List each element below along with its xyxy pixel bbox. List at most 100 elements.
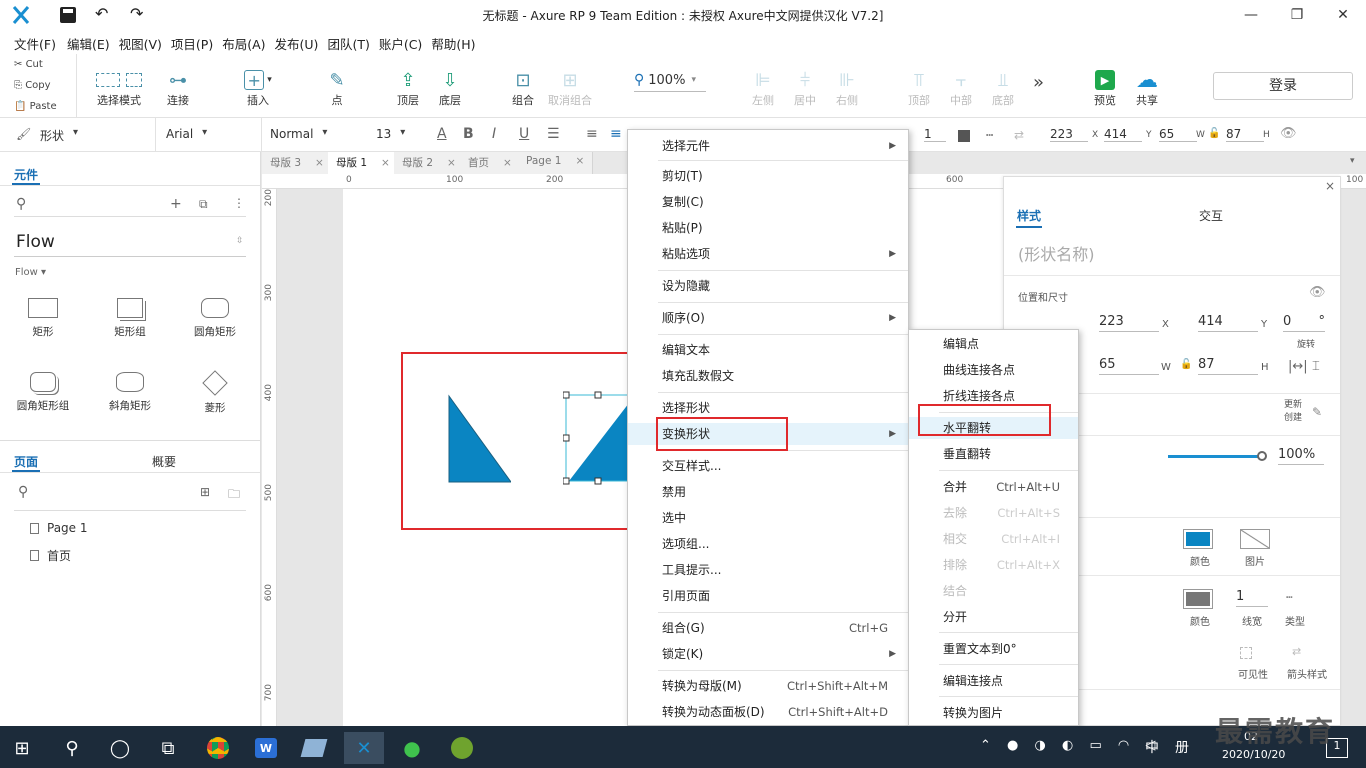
login-button[interactable]: 登录 xyxy=(1213,72,1353,100)
send-to-back-button[interactable]: ⇩ 底层 xyxy=(420,68,480,108)
widget-rectangle[interactable]: 矩形 xyxy=(3,298,83,339)
add-folder-icon[interactable]: 🗀 xyxy=(228,485,240,506)
italic-icon[interactable]: I xyxy=(492,126,496,142)
library-select[interactable]: Flow xyxy=(16,232,55,252)
submenu-item[interactable]: 去除 Ctrl+Alt+S xyxy=(909,502,1078,524)
submenu-item[interactable]: 转换为图片 xyxy=(909,702,1078,724)
triangle-shape[interactable] xyxy=(447,394,511,484)
submenu-item[interactable]: 分开 xyxy=(909,606,1078,628)
context-menu-item[interactable]: 组合(G) Ctrl+G xyxy=(628,617,908,639)
cut-button[interactable]: ✂ Cut xyxy=(0,54,75,75)
line-width-field[interactable]: 1 xyxy=(924,127,946,142)
ungroup-button[interactable]: ⊞ 取消组合 xyxy=(540,68,600,108)
minimize-button[interactable]: — xyxy=(1228,0,1274,30)
insert-button[interactable]: + ▾ 插入 xyxy=(228,68,288,108)
lock-icon[interactable]: 🔓 xyxy=(1180,359,1192,370)
x-field[interactable]: 223 xyxy=(1050,127,1088,142)
submenu-item[interactable]: 合并 Ctrl+Alt+U xyxy=(909,476,1078,498)
shape-name-field[interactable]: (形状名称) xyxy=(1018,241,1095,265)
point-button[interactable]: ✎ 点 xyxy=(307,68,367,108)
submenu-item[interactable]: 相交 Ctrl+Alt+I xyxy=(909,528,1078,550)
search-icon[interactable]: ⚲ xyxy=(52,732,92,764)
menu-arrange[interactable]: 布局(A) xyxy=(220,30,272,53)
menu-edit[interactable]: 编辑(E) xyxy=(63,30,117,53)
context-menu-item[interactable]: 剪切(T) xyxy=(628,165,908,187)
border-color-swatch[interactable] xyxy=(958,130,970,142)
update-create-style-button[interactable]: 更新 创建 xyxy=(1284,399,1302,425)
lock-icon[interactable]: 🔓 xyxy=(1208,128,1220,139)
context-menu-item[interactable]: 填充乱数假文 xyxy=(628,365,908,387)
eye-icon[interactable]: 👁 xyxy=(1309,285,1326,300)
widget-rounded-rectangle-group[interactable]: 圆角矩形组 xyxy=(3,372,83,413)
close-icon[interactable]: × xyxy=(381,157,390,169)
opacity-field[interactable]: 100% xyxy=(1278,447,1324,465)
line-pattern-icon[interactable]: ┅ xyxy=(986,128,993,142)
tab-outline[interactable]: 概要 xyxy=(152,453,176,470)
submenu-item[interactable]: 重置文本到0° xyxy=(909,638,1078,660)
ime-indicator[interactable]: 中 xyxy=(1145,737,1159,757)
app-icon[interactable] xyxy=(294,732,334,764)
close-button[interactable]: ✕ xyxy=(1320,0,1366,30)
zoom-select[interactable]: ⚲ 100% ▾ xyxy=(634,72,706,92)
opacity-slider-handle[interactable] xyxy=(1257,451,1267,461)
menu-view[interactable]: 视图(V) xyxy=(117,30,169,53)
context-menu-item[interactable]: 粘贴选项 ▶ xyxy=(628,243,908,265)
menu-project[interactable]: 项目(P) xyxy=(169,30,220,53)
w-field[interactable]: 65 xyxy=(1159,127,1197,142)
align-left-text-icon[interactable]: ≡ xyxy=(586,126,598,142)
more-tools-icon[interactable]: » xyxy=(1033,72,1044,93)
page-item[interactable]: 首页 xyxy=(30,547,71,564)
context-menu-item[interactable]: 选项组... xyxy=(628,533,908,555)
arrow-style-icon[interactable]: ⇄ xyxy=(1014,128,1024,142)
rotation-field[interactable]: 0 ° xyxy=(1283,314,1325,332)
submenu-item[interactable]: 曲线连接各点 xyxy=(909,359,1078,381)
align-bottom-button[interactable]: ⫫ 底部 xyxy=(973,68,1033,108)
context-menu-item[interactable]: 转换为动态面板(D) Ctrl+Shift+Alt+D xyxy=(628,701,908,723)
keyboard-layout[interactable]: 册 xyxy=(1175,737,1189,757)
align-center-text-icon[interactable]: ≡ xyxy=(610,126,622,142)
eye-icon[interactable]: 👁 xyxy=(1280,126,1297,141)
menu-file[interactable]: 文件(F) xyxy=(0,30,63,53)
doc-tab[interactable]: Page 1 × xyxy=(518,152,594,174)
context-menu-item[interactable]: 锁定(K) ▶ xyxy=(628,643,908,665)
context-menu-item[interactable]: 复制(C) xyxy=(628,191,908,213)
align-right-button[interactable]: ⊪ 右侧 xyxy=(817,68,877,108)
paste-button[interactable]: 📋 Paste xyxy=(0,96,75,117)
opacity-slider-track[interactable] xyxy=(1168,455,1261,458)
y-field[interactable]: 414 xyxy=(1198,314,1258,332)
h-field[interactable]: 87 xyxy=(1198,357,1258,375)
chevron-updown-icon[interactable]: ⇳ xyxy=(236,236,244,246)
w-field[interactable]: 65 xyxy=(1099,357,1159,375)
menu-publish[interactable]: 发布(U) xyxy=(273,30,326,53)
more-options-icon[interactable]: ⋮ xyxy=(233,196,245,210)
h-field[interactable]: 87 xyxy=(1226,127,1264,142)
widget-rounded-rectangle[interactable]: 圆角矩形 xyxy=(175,298,255,339)
close-icon[interactable]: × xyxy=(1325,179,1335,193)
bullet-list-icon[interactable]: ☰ xyxy=(547,126,560,142)
tab-style[interactable]: 样式 xyxy=(1017,207,1041,224)
cortana-icon[interactable]: ◯ xyxy=(100,732,140,764)
arrow-style-icon[interactable]: ⇄ xyxy=(1292,645,1301,658)
doc-tab[interactable]: 母版 3 × xyxy=(262,152,333,174)
bamboo-app-icon[interactable] xyxy=(442,732,482,764)
context-menu-item[interactable]: 粘贴(P) xyxy=(628,217,908,239)
tab-widgets[interactable]: 元件 xyxy=(14,166,38,183)
line-width-field[interactable]: 1 xyxy=(1236,589,1268,607)
y-field[interactable]: 414 xyxy=(1104,127,1142,142)
add-page-icon[interactable]: ⊞ xyxy=(200,485,210,499)
task-view-icon[interactable]: ⧉ xyxy=(148,732,188,764)
submenu-item[interactable]: 排除 Ctrl+Alt+X xyxy=(909,554,1078,576)
font-weight-dropdown[interactable]: Normal xyxy=(270,127,328,141)
text-color-icon[interactable]: A xyxy=(437,126,447,142)
context-menu-item[interactable]: 顺序(O) ▶ xyxy=(628,307,908,329)
submenu-item[interactable]: 编辑点 xyxy=(909,333,1078,355)
wechat-icon[interactable]: ● xyxy=(392,732,432,764)
context-menu-item[interactable]: 编辑文本 xyxy=(628,339,908,361)
axure-taskbar-icon[interactable]: ✕ xyxy=(344,732,384,764)
close-icon[interactable]: × xyxy=(447,157,456,169)
fill-color-swatch[interactable] xyxy=(1183,529,1213,549)
tab-interactions[interactable]: 交互 xyxy=(1199,207,1223,224)
search-icon[interactable]: ⚲ xyxy=(16,196,26,212)
page-item[interactable]: Page 1 xyxy=(30,521,88,535)
wps-icon[interactable]: W xyxy=(246,732,286,764)
